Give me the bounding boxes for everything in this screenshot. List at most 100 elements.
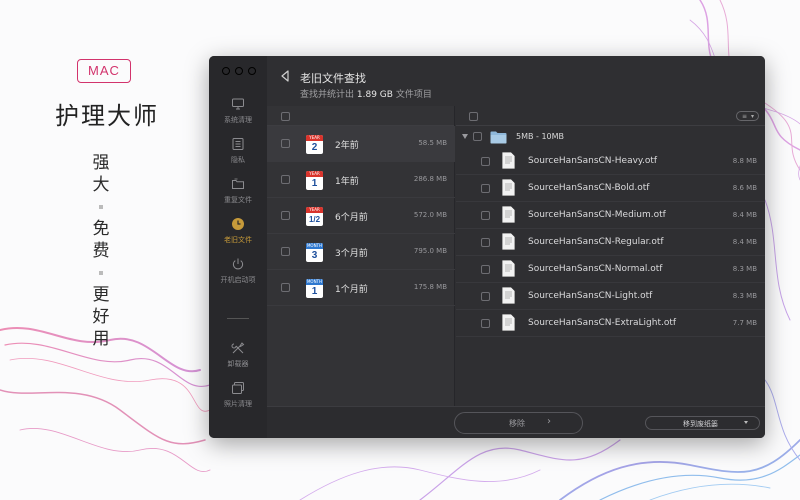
select-all-checkbox[interactable] (281, 112, 290, 121)
select-all-files-checkbox[interactable] (469, 112, 478, 121)
age-group-row[interactable]: YEAR 2 2年前 58.5 MB (267, 126, 455, 162)
row-checkbox[interactable] (281, 175, 290, 184)
age-size: 795.0 MB (413, 247, 447, 255)
privacy-list-icon (232, 138, 244, 150)
sidebar-item-duplicates[interactable]: 重复文件 (209, 177, 267, 205)
age-group-list: YEAR 2 2年前 58.5 MB YEAR 1 1年前 286.8 MB Y… (267, 106, 455, 406)
font-file-icon (502, 206, 515, 223)
file-checkbox[interactable] (481, 292, 490, 301)
row-checkbox[interactable] (281, 211, 290, 220)
sort-menu-button[interactable]: ≡ ▾ (736, 111, 759, 121)
duplicate-files-icon (232, 178, 244, 189)
clock-icon (232, 218, 244, 230)
sidebar-item-old-files[interactable]: 老旧文件 (209, 217, 267, 245)
file-row[interactable]: SourceHanSansCN-ExtraLight.otf 7.7 MB (456, 310, 765, 337)
mac-badge: MAC (77, 59, 131, 83)
age-group-row[interactable]: YEAR 1 1年前 286.8 MB (267, 162, 455, 198)
action-bar: 移除 › 移到废纸篓 (267, 406, 765, 438)
disclosure-triangle-icon[interactable] (462, 134, 468, 139)
age-label: 2年前 (335, 141, 359, 151)
calendar-year-icon: YEAR 2 (306, 135, 323, 154)
calendar-number: 3 (311, 250, 318, 261)
move-to-trash-dropdown[interactable]: 移到废纸篓 (645, 416, 760, 430)
file-checkbox[interactable] (481, 184, 490, 193)
age-group-row[interactable]: MONTH 3 3个月前 795.0 MB (267, 234, 455, 270)
age-label: 1年前 (335, 177, 359, 187)
file-list: ≡ ▾ 5MB - 10MB SourceHanSansCN-Heavy.otf… (456, 106, 765, 406)
sidebar-item-privacy[interactable]: 隐私 (209, 137, 267, 165)
file-row[interactable]: SourceHanSansCN-Light.otf 8.3 MB (456, 283, 765, 310)
age-list-header (267, 106, 454, 126)
back-icon[interactable] (280, 70, 290, 82)
age-size: 286.8 MB (413, 175, 447, 183)
font-file-icon (502, 179, 515, 196)
file-row[interactable]: SourceHanSansCN-Regular.otf 8.4 MB (456, 229, 765, 256)
file-row[interactable]: SourceHanSansCN-Heavy.otf 8.8 MB (456, 148, 765, 175)
sidebar-item-label: 隐私 (231, 156, 245, 164)
tools-icon (231, 342, 245, 354)
file-checkbox[interactable] (481, 211, 490, 220)
file-row[interactable]: SourceHanSansCN-Normal.otf 8.3 MB (456, 256, 765, 283)
slogan-char: 免 (92, 219, 110, 239)
age-size: 58.5 MB (418, 139, 447, 147)
minimize-window-button[interactable] (235, 67, 243, 75)
folder-icon (490, 131, 507, 144)
close-window-button[interactable] (222, 67, 230, 75)
slogan-char: 大 (92, 175, 110, 195)
row-checkbox[interactable] (281, 283, 290, 292)
font-file-icon (502, 260, 515, 277)
sidebar-divider (227, 318, 249, 319)
sidebar-item-uninstaller[interactable]: 卸载器 (209, 341, 267, 369)
file-name: SourceHanSansCN-Medium.otf (528, 210, 666, 220)
file-checkbox[interactable] (481, 238, 490, 247)
row-checkbox[interactable] (281, 247, 290, 256)
age-size: 175.8 MB (413, 283, 447, 291)
monitor-icon (232, 98, 244, 110)
calendar-number: 1 (311, 178, 318, 189)
app-window: 系统清理 隐私 重复文件 老旧文件 开机启动项 卸载器 照片清理 老旧文件查找 … (209, 56, 765, 438)
photos-icon (232, 382, 244, 394)
age-label: 3个月前 (335, 249, 368, 259)
page-subtitle: 查找并统计出 1.89 GB 文件项目 (300, 87, 432, 100)
file-name: SourceHanSansCN-Heavy.otf (528, 156, 658, 166)
sidebar-item-label: 重复文件 (224, 196, 252, 204)
subtitle-prefix: 查找并统计出 (300, 90, 355, 100)
calendar-year-icon: YEAR 1/2 (306, 207, 323, 226)
file-size: 8.4 MB (732, 211, 757, 219)
remove-button-label: 移除 (509, 419, 525, 428)
window-controls (222, 67, 256, 75)
group-checkbox[interactable] (473, 132, 482, 141)
file-size: 8.4 MB (732, 238, 757, 246)
sidebar-item-label: 老旧文件 (224, 236, 252, 244)
maximize-window-button[interactable] (248, 67, 256, 75)
file-checkbox[interactable] (481, 319, 490, 328)
file-name: SourceHanSansCN-Bold.otf (528, 183, 650, 193)
power-icon (232, 258, 244, 270)
slogan-char: 强 (92, 153, 110, 173)
calendar-month-icon: MONTH 3 (306, 243, 323, 262)
file-size: 8.3 MB (732, 265, 757, 273)
row-checkbox[interactable] (281, 139, 290, 148)
file-checkbox[interactable] (481, 265, 490, 274)
chevron-down-icon (744, 421, 748, 424)
age-group-row[interactable]: YEAR 1/2 6个月前 572.0 MB (267, 198, 455, 234)
font-file-icon (502, 152, 515, 169)
remove-button[interactable]: 移除 › (454, 412, 583, 434)
sidebar: 系统清理 隐私 重复文件 老旧文件 开机启动项 卸载器 照片清理 (209, 56, 267, 438)
chevron-down-icon: ▾ (751, 113, 755, 120)
sidebar-item-system-clean[interactable]: 系统清理 (209, 97, 267, 125)
size-group-row[interactable]: 5MB - 10MB (456, 126, 765, 148)
trash-dropdown-label: 移到废纸篓 (683, 420, 718, 428)
file-row[interactable]: SourceHanSansCN-Bold.otf 8.6 MB (456, 175, 765, 202)
age-group-row[interactable]: MONTH 1 1个月前 175.8 MB (267, 270, 455, 306)
age-label: 6个月前 (335, 213, 368, 223)
file-checkbox[interactable] (481, 157, 490, 166)
file-size: 8.6 MB (732, 184, 757, 192)
file-name: SourceHanSansCN-ExtraLight.otf (528, 318, 677, 328)
sidebar-item-startup[interactable]: 开机启动项 (209, 257, 267, 285)
calendar-number: 2 (311, 142, 318, 153)
file-name: SourceHanSansCN-Light.otf (528, 291, 653, 301)
file-row[interactable]: SourceHanSansCN-Medium.otf 8.4 MB (456, 202, 765, 229)
sidebar-item-photo-clean[interactable]: 照片清理 (209, 381, 267, 409)
file-name: SourceHanSansCN-Regular.otf (528, 237, 664, 247)
